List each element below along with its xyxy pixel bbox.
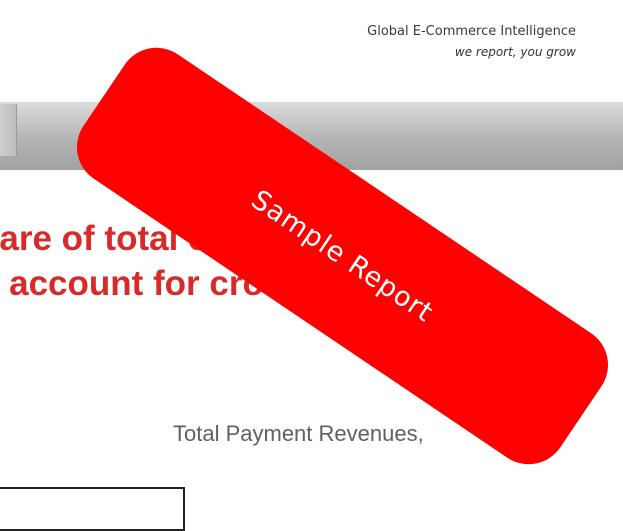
brand-name: Global E-Commerce Intelligence	[367, 24, 576, 39]
brand-block: Global E-Commerce Intelligence we report…	[367, 22, 576, 62]
table-header-box	[0, 487, 185, 531]
stamp-label: Sample Report	[245, 183, 440, 329]
banner-edge-tab	[0, 104, 17, 156]
chart-subheading: Total Payment Revenues,	[173, 421, 424, 446]
brand-tagline: we report, you grow	[454, 45, 576, 59]
